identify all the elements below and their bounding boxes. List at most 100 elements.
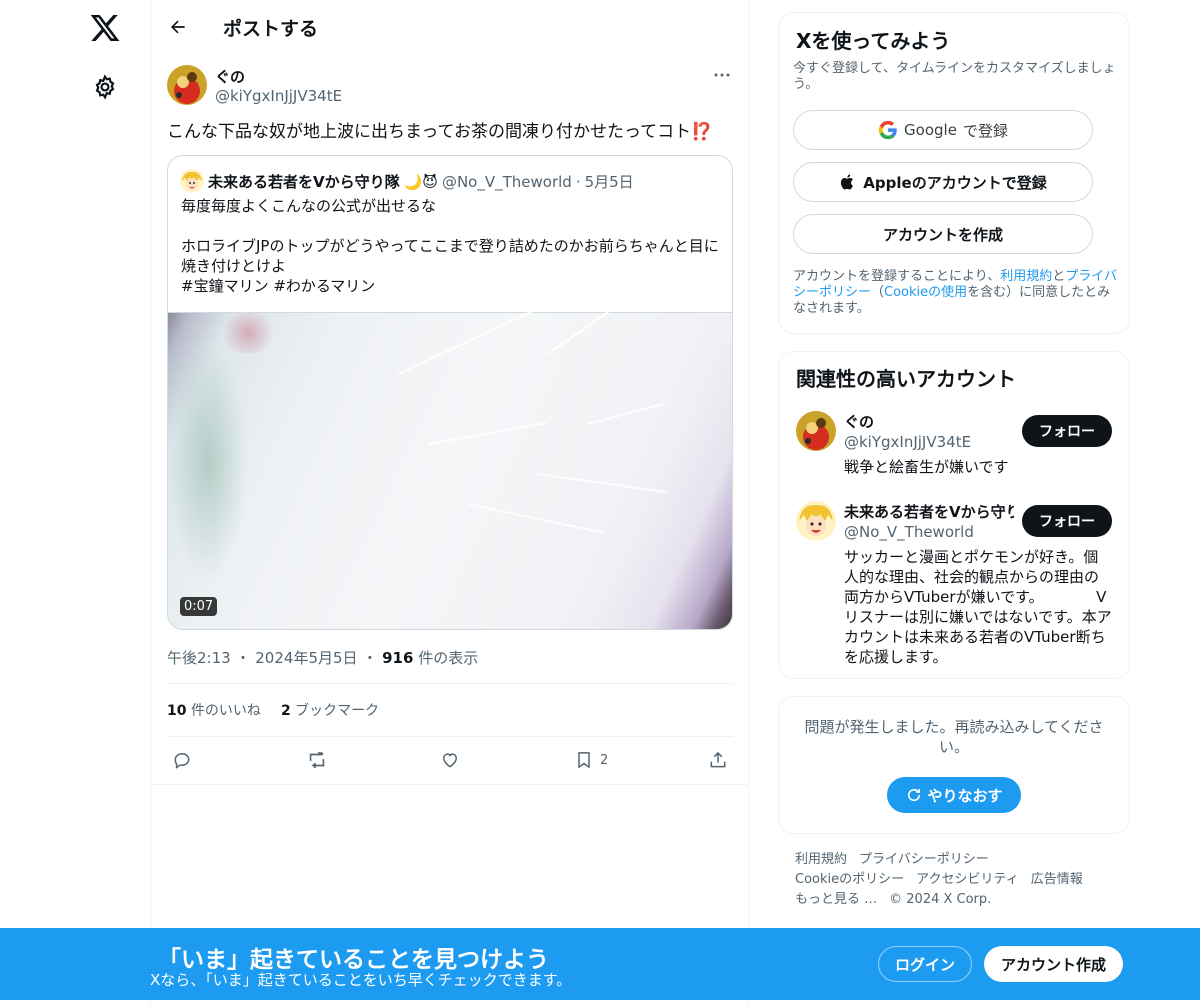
footer-link[interactable]: 利用規約 xyxy=(795,852,847,867)
bookmark-icon xyxy=(578,752,590,769)
follow-button[interactable]: フォロー xyxy=(1022,415,1112,447)
video-frame-detail xyxy=(427,422,547,445)
post-time[interactable]: 午後2:13 xyxy=(167,649,231,667)
error-card: 問題が発生しました。再読み込みしてください。 やりなおす xyxy=(778,696,1130,834)
retry-button[interactable]: やりなおす xyxy=(887,777,1021,813)
quoted-date: 5月5日 xyxy=(584,173,634,191)
bookmark-button[interactable]: 2 xyxy=(574,745,608,775)
separator-dot: ・ xyxy=(235,649,251,667)
recommendations-title: 関連性の高いアカウント xyxy=(796,367,1016,391)
bookmarks-stat[interactable]: 2 ブックマーク xyxy=(281,700,379,720)
rec-bio: 戦争と絵畜生が嫌いです xyxy=(844,458,1009,476)
quoted-post[interactable]: 未来ある若者をVから守り隊 🌙😈 @No_V_Theworld · 5月5日 毎… xyxy=(167,155,733,630)
post-date[interactable]: 2024年5月5日 xyxy=(255,649,357,667)
divider xyxy=(167,683,733,684)
follow-button[interactable]: フォロー xyxy=(1022,505,1112,537)
repost-button[interactable] xyxy=(306,745,328,775)
google-signup-button[interactable]: Google で登録 xyxy=(793,110,1093,150)
apple-signup-button[interactable]: Appleのアカウントで登録 xyxy=(793,162,1093,202)
signup-card: Xを使ってみよう 今すぐ登録して、タイムラインをカスタマイズしましょう。 Goo… xyxy=(778,12,1130,334)
post-author-handle[interactable]: @kiYgxInJjJV34tE xyxy=(215,87,342,105)
google-brand-label: Google xyxy=(904,121,957,139)
rec-name: ぐの xyxy=(844,413,875,431)
arrow-left-icon xyxy=(170,20,185,34)
rec-avatar xyxy=(796,501,836,541)
reply-button[interactable] xyxy=(172,745,192,775)
quoted-author-handle: @No_V_Theworld xyxy=(441,172,572,191)
create-account-label: アカウントを作成 xyxy=(882,225,1003,244)
post-author-avatar[interactable] xyxy=(167,65,207,105)
footer-link[interactable]: 広告情報 xyxy=(1031,872,1083,887)
gear-icon[interactable] xyxy=(92,74,118,100)
video-frame-detail xyxy=(168,343,248,583)
bottom-bar-subtitle: Xなら、「いま」起きていることをいち早くチェックできます。 xyxy=(150,971,572,989)
share-icon xyxy=(710,751,726,768)
post-stats: 10 件のいいね 2 ブックマーク xyxy=(167,700,379,720)
apple-signup-label: Appleのアカウントで登録 xyxy=(863,173,1047,192)
quoted-header: 未来ある若者をVから守り隊 🌙😈 @No_V_Theworld · 5月5日 xyxy=(208,171,634,192)
copyright: © 2024 X Corp. xyxy=(889,892,992,907)
post-text-body: こんな下品な奴が地上波に出ちまってお茶の間凍り付かせたってコト xyxy=(167,122,692,142)
more-options-button[interactable] xyxy=(711,66,733,84)
post-author-name[interactable]: ぐの xyxy=(215,66,245,87)
video-duration-badge: 0:07 xyxy=(180,597,218,616)
footer-link[interactable]: アクセシビリティ xyxy=(916,872,1019,887)
rec-handle: @No_V_Theworld xyxy=(844,523,974,541)
likes-count: 10 xyxy=(167,703,187,719)
views-count: 916 xyxy=(382,649,414,667)
footer-link[interactable]: プライバシーポリシー xyxy=(859,852,989,867)
error-message: 問題が発生しました。再読み込みしてください。 xyxy=(804,718,1104,756)
x-logo-icon[interactable] xyxy=(88,12,122,44)
likes-label: 件のいいね xyxy=(190,703,261,719)
refresh-icon xyxy=(908,788,921,802)
main-column: ポストする ぐの @kiYgxInJjJV34tE こんな下品な奴が地上波に出ち… xyxy=(150,0,749,1006)
left-rail xyxy=(0,0,150,1006)
create-account-button[interactable]: アカウントを作成 xyxy=(793,214,1093,254)
quoted-author-avatar xyxy=(180,169,204,193)
views-label: 件の表示 xyxy=(418,649,479,667)
share-button[interactable] xyxy=(708,745,728,775)
more-icon xyxy=(714,73,730,77)
google-signup-label: で登録 xyxy=(962,121,1008,140)
terms-link[interactable]: 利用規約 xyxy=(1000,269,1052,284)
apple-icon xyxy=(841,174,854,190)
likes-stat[interactable]: 10 件のいいね xyxy=(167,700,261,720)
separator-dot: · xyxy=(575,172,581,191)
recommendations-card: 関連性の高いアカウント ぐの @kiYgxInJjJV34tE 戦争と絵畜生が嫌… xyxy=(778,351,1130,679)
cookie-link[interactable]: Cookieの使用 xyxy=(884,285,967,300)
bookmark-count: 2 xyxy=(600,752,609,768)
video-player[interactable]: 0:07 xyxy=(168,301,732,629)
rec-handle: @kiYgxInJjJV34tE xyxy=(844,433,972,451)
quoted-author-name: 未来ある若者をVから守り隊 xyxy=(208,173,400,191)
recommendation-item[interactable]: ぐの @kiYgxInJjJV34tE 戦争と絵畜生が嫌いです フォロー xyxy=(796,411,1116,491)
bookmarks-label: ブックマーク xyxy=(295,703,380,719)
like-button[interactable] xyxy=(440,745,460,775)
video-frame-detail xyxy=(467,503,606,535)
bookmarks-count: 2 xyxy=(280,703,291,719)
post-actions: 2 xyxy=(167,745,733,775)
login-button[interactable]: ログイン xyxy=(878,946,972,982)
footer-more-link[interactable]: もっと見る … xyxy=(795,892,877,907)
post-meta: 午後2:13 ・ 2024年5月5日 ・ 916 件の表示 xyxy=(167,647,478,668)
heart-icon xyxy=(442,753,458,768)
back-button[interactable] xyxy=(163,12,193,42)
separator-dot: ・ xyxy=(362,649,378,667)
terms-prefix: アカウントを登録することにより、 xyxy=(793,269,1001,284)
recommendation-item[interactable]: 未来ある若者をVから守り隊 @No_V_Theworld サッカーと漫画とポケモ… xyxy=(796,501,1116,671)
page-header: ポストする xyxy=(151,0,749,53)
video-frame-detail xyxy=(397,305,544,375)
footer-link[interactable]: Cookieのポリシー xyxy=(795,872,904,887)
google-icon xyxy=(878,120,897,140)
divider xyxy=(167,736,733,737)
rec-bio: サッカーと漫画とポケモンが好き。個人的な理由、社会的観点からの理由の両方からVT… xyxy=(844,548,1112,666)
footer-links: 利用規約 プライバシーポリシー Cookieのポリシー アクセシビリティ 広告情報 も… xyxy=(795,850,1115,910)
bottom-signup-bar: 「いま」起きていることを見つけよう Xなら、「いま」起きていることをいち早くチェ… xyxy=(0,928,1200,1000)
signup-subtitle: 今すぐ登録して、タイムラインをカスタマイズしましょう。 xyxy=(793,61,1116,92)
page-title: ポストする xyxy=(223,18,319,40)
quoted-text: 毎度毎度よくこんなの公式が出せるな ホロライブJPのトップがどうやってここまで登… xyxy=(181,197,719,295)
video-frame-detail xyxy=(547,301,623,355)
interrobang-emoji: ⁉️ xyxy=(691,122,713,142)
rec-avatar xyxy=(796,411,836,451)
signup-button[interactable]: アカウント作成 xyxy=(984,946,1123,982)
reply-icon xyxy=(174,752,190,769)
